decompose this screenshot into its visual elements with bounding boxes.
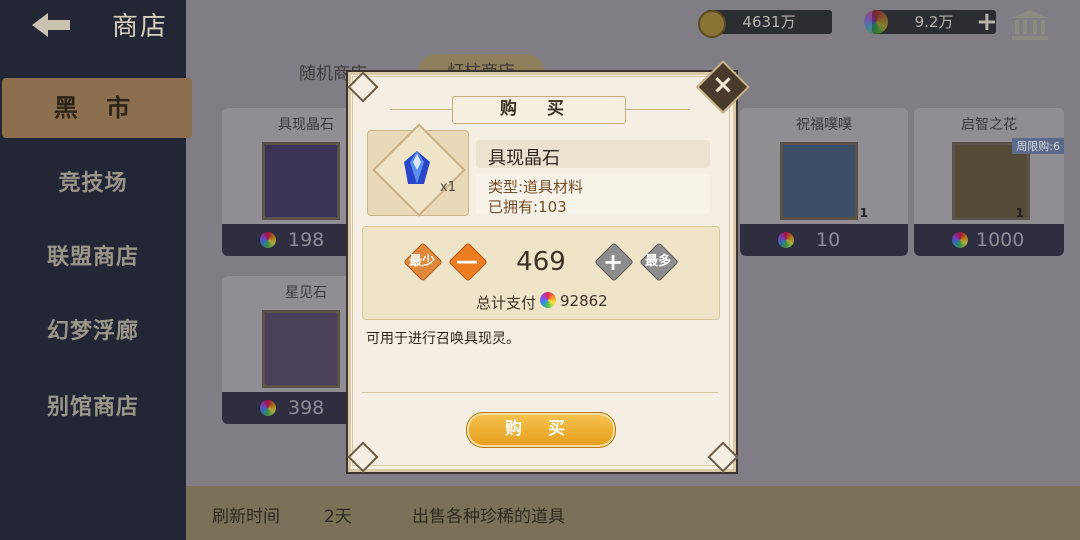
total-label: 总计支付 — [476, 294, 537, 312]
shop-footer — [186, 486, 1080, 540]
quantity-input[interactable]: 469 — [492, 246, 590, 278]
shop-description: 出售各种珍稀的道具 — [412, 507, 565, 527]
blessing-pupu-icon — [780, 142, 858, 220]
item-name: 祝福噗噗 — [796, 117, 852, 133]
item-price: 398 — [288, 397, 325, 419]
dialog-title: 购 买 — [500, 99, 576, 119]
bank-icon[interactable] — [1010, 8, 1050, 42]
close-icon[interactable]: × — [706, 66, 740, 104]
gem-icon — [540, 292, 556, 308]
sidebar-item-arena[interactable]: 竞技场 — [0, 154, 186, 214]
gold-coin-icon — [698, 10, 726, 38]
gem-icon — [778, 232, 794, 248]
item-price: 10 — [816, 229, 841, 251]
back-arrow-icon[interactable] — [28, 8, 76, 42]
minus-button[interactable]: — — [446, 246, 488, 278]
refresh-label: 刷新时间 — [212, 507, 280, 527]
star-stone-icon — [262, 310, 340, 388]
item-name: 启智之花 — [961, 117, 1017, 133]
crystal-icon — [262, 142, 340, 220]
total-value: 92862 — [560, 292, 608, 310]
limit-tag: 周限购:6 — [1012, 138, 1064, 154]
item-price: 1000 — [976, 229, 1025, 251]
gem-icon — [952, 232, 968, 248]
shop-item-card[interactable]: 启智之花 周限购:6 1 1000 — [914, 108, 1064, 256]
item-owned: 已拥有:103 — [488, 198, 567, 216]
sidebar-item-dream-corridor[interactable]: 幻梦浮廊 — [0, 302, 186, 362]
gem-icon — [260, 400, 276, 416]
shop-item-card[interactable]: 祝福噗噗 1 10 — [740, 108, 908, 256]
item-type: 类型:道具材料 — [488, 178, 584, 196]
gem-icon — [260, 232, 276, 248]
sidebar-item-black-market[interactable]: 黑 市 — [2, 78, 192, 138]
sidebar-item-alliance-shop[interactable]: 联盟商店 — [0, 228, 186, 288]
min-button[interactable]: 最少 — [400, 248, 444, 276]
item-count: 1 — [1015, 206, 1024, 220]
item-name: 具现晶石 — [488, 148, 560, 169]
divider — [362, 392, 718, 393]
sidebar-item-annex-shop[interactable]: 别馆商店 — [0, 378, 186, 438]
refresh-value: 2天 — [324, 507, 352, 527]
item-quantity: x1 — [440, 180, 456, 195]
buy-button-label[interactable]: 购 买 — [466, 412, 614, 446]
plus-button[interactable]: + — [592, 246, 634, 278]
page-title: 商店 — [112, 12, 169, 42]
crystal-icon — [402, 150, 432, 186]
add-gems-icon[interactable]: + — [976, 8, 1000, 36]
item-count: 1 — [859, 206, 868, 220]
item-price: 198 — [288, 229, 325, 251]
item-description: 可用于进行召唤具现灵。 — [366, 331, 520, 347]
max-button[interactable]: 最多 — [636, 248, 680, 276]
gem-icon — [864, 10, 888, 34]
